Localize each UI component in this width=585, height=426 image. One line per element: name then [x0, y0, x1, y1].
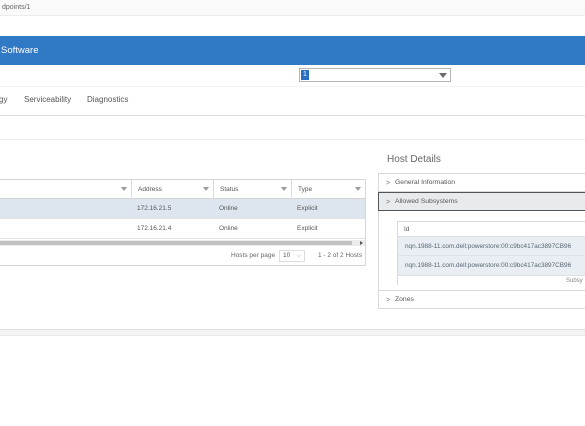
- section-general-information[interactable]: > General Information: [378, 173, 585, 192]
- subsystems-table: Id nqn.1988-11.com.dell:powerstore:00:c9…: [397, 221, 585, 286]
- tab-bar: gy Serviceability Diagnostics: [0, 90, 585, 114]
- cell-address: 172.16.21.5: [137, 205, 172, 212]
- hosts-table: Address Status Type 172.16.21.5 Online E…: [0, 179, 366, 266]
- filter-icon[interactable]: [355, 187, 361, 191]
- cell-status: Online: [219, 225, 238, 232]
- section-allowed-subsystems[interactable]: > Allowed Subsystems: [378, 192, 585, 211]
- column-header-status[interactable]: Status: [213, 180, 291, 199]
- table-row[interactable]: nqn.1988-11.com.dell:powerstore:00:c9bc4…: [398, 237, 585, 256]
- table-header: Address Status Type: [0, 180, 365, 199]
- header-spacer: [0, 16, 585, 36]
- chevron-right-icon: >: [386, 180, 391, 187]
- chevron-down-icon[interactable]: [439, 73, 447, 78]
- per-page-label: Hosts per page: [231, 252, 276, 259]
- chevron-down-icon: ⌵: [296, 253, 301, 259]
- table-footer: Hosts per page 10 ⌵ 1 - 2 of 2 Hosts: [0, 246, 365, 266]
- address-bar-url: dpoints/1: [2, 4, 31, 11]
- section-label: General Information: [395, 179, 456, 186]
- column-header-label: Address: [138, 186, 162, 193]
- section-label: Zones: [395, 296, 414, 303]
- subsystems-count: Subsy: [566, 278, 583, 284]
- address-bar[interactable]: dpoints/1: [0, 0, 585, 16]
- filter-icon[interactable]: [121, 187, 127, 191]
- toolbar-divider: [0, 139, 585, 140]
- column-header-type[interactable]: Type: [291, 180, 365, 199]
- chevron-right-icon: >: [386, 199, 391, 206]
- column-header-address[interactable]: Address: [131, 180, 213, 199]
- section-zones[interactable]: > Zones: [378, 290, 585, 309]
- cell-type: Explicit: [297, 205, 318, 212]
- scrollbar-thumb[interactable]: [0, 241, 352, 245]
- cell-status: Online: [219, 205, 238, 212]
- tab-topology[interactable]: gy: [0, 90, 7, 110]
- chevron-right-icon: >: [386, 297, 391, 304]
- app-window: dpoints/1 Software 1 gy Serviceability D…: [0, 0, 585, 426]
- column-header-label: Status: [220, 186, 239, 193]
- cell-type: Explicit: [297, 225, 318, 232]
- subsystems-footer: Subsy: [398, 275, 585, 286]
- tab-serviceability[interactable]: Serviceability: [24, 90, 71, 110]
- table-row[interactable]: 172.16.21.4 Online Explicit: [0, 219, 365, 239]
- toolbar: [0, 116, 585, 140]
- per-page-select[interactable]: 10 ⌵: [279, 250, 305, 262]
- cell-address: 172.16.21.4: [137, 225, 172, 232]
- banner-title: Software: [1, 45, 39, 56]
- footer-band: [0, 330, 585, 336]
- column-header-name[interactable]: [0, 180, 131, 199]
- allowed-subsystems-panel: Id nqn.1988-11.com.dell:powerstore:00:c9…: [378, 211, 585, 290]
- section-label: Allowed Subsystems: [395, 198, 458, 205]
- filter-icon[interactable]: [203, 187, 209, 191]
- dropdown-value: 1: [301, 70, 309, 80]
- column-header-label: Type: [298, 186, 313, 193]
- product-banner: Software: [0, 36, 585, 65]
- filter-icon[interactable]: [281, 187, 287, 191]
- table-row[interactable]: 172.16.21.5 Online Explicit: [0, 199, 365, 219]
- host-details-title: Host Details: [387, 154, 441, 165]
- appliance-dropdown[interactable]: 1: [299, 68, 451, 82]
- row-count: 1 - 2 of 2 Hosts: [318, 252, 363, 259]
- scroll-right-icon[interactable]: [360, 241, 363, 245]
- per-page-value: 10: [283, 252, 291, 259]
- selector-row: [0, 65, 585, 87]
- tab-diagnostics[interactable]: Diagnostics: [87, 90, 128, 110]
- subsystems-column-id[interactable]: Id: [398, 222, 585, 237]
- table-row[interactable]: nqn.1988-11.com.dell:powerstore:00:c9bc4…: [398, 256, 585, 275]
